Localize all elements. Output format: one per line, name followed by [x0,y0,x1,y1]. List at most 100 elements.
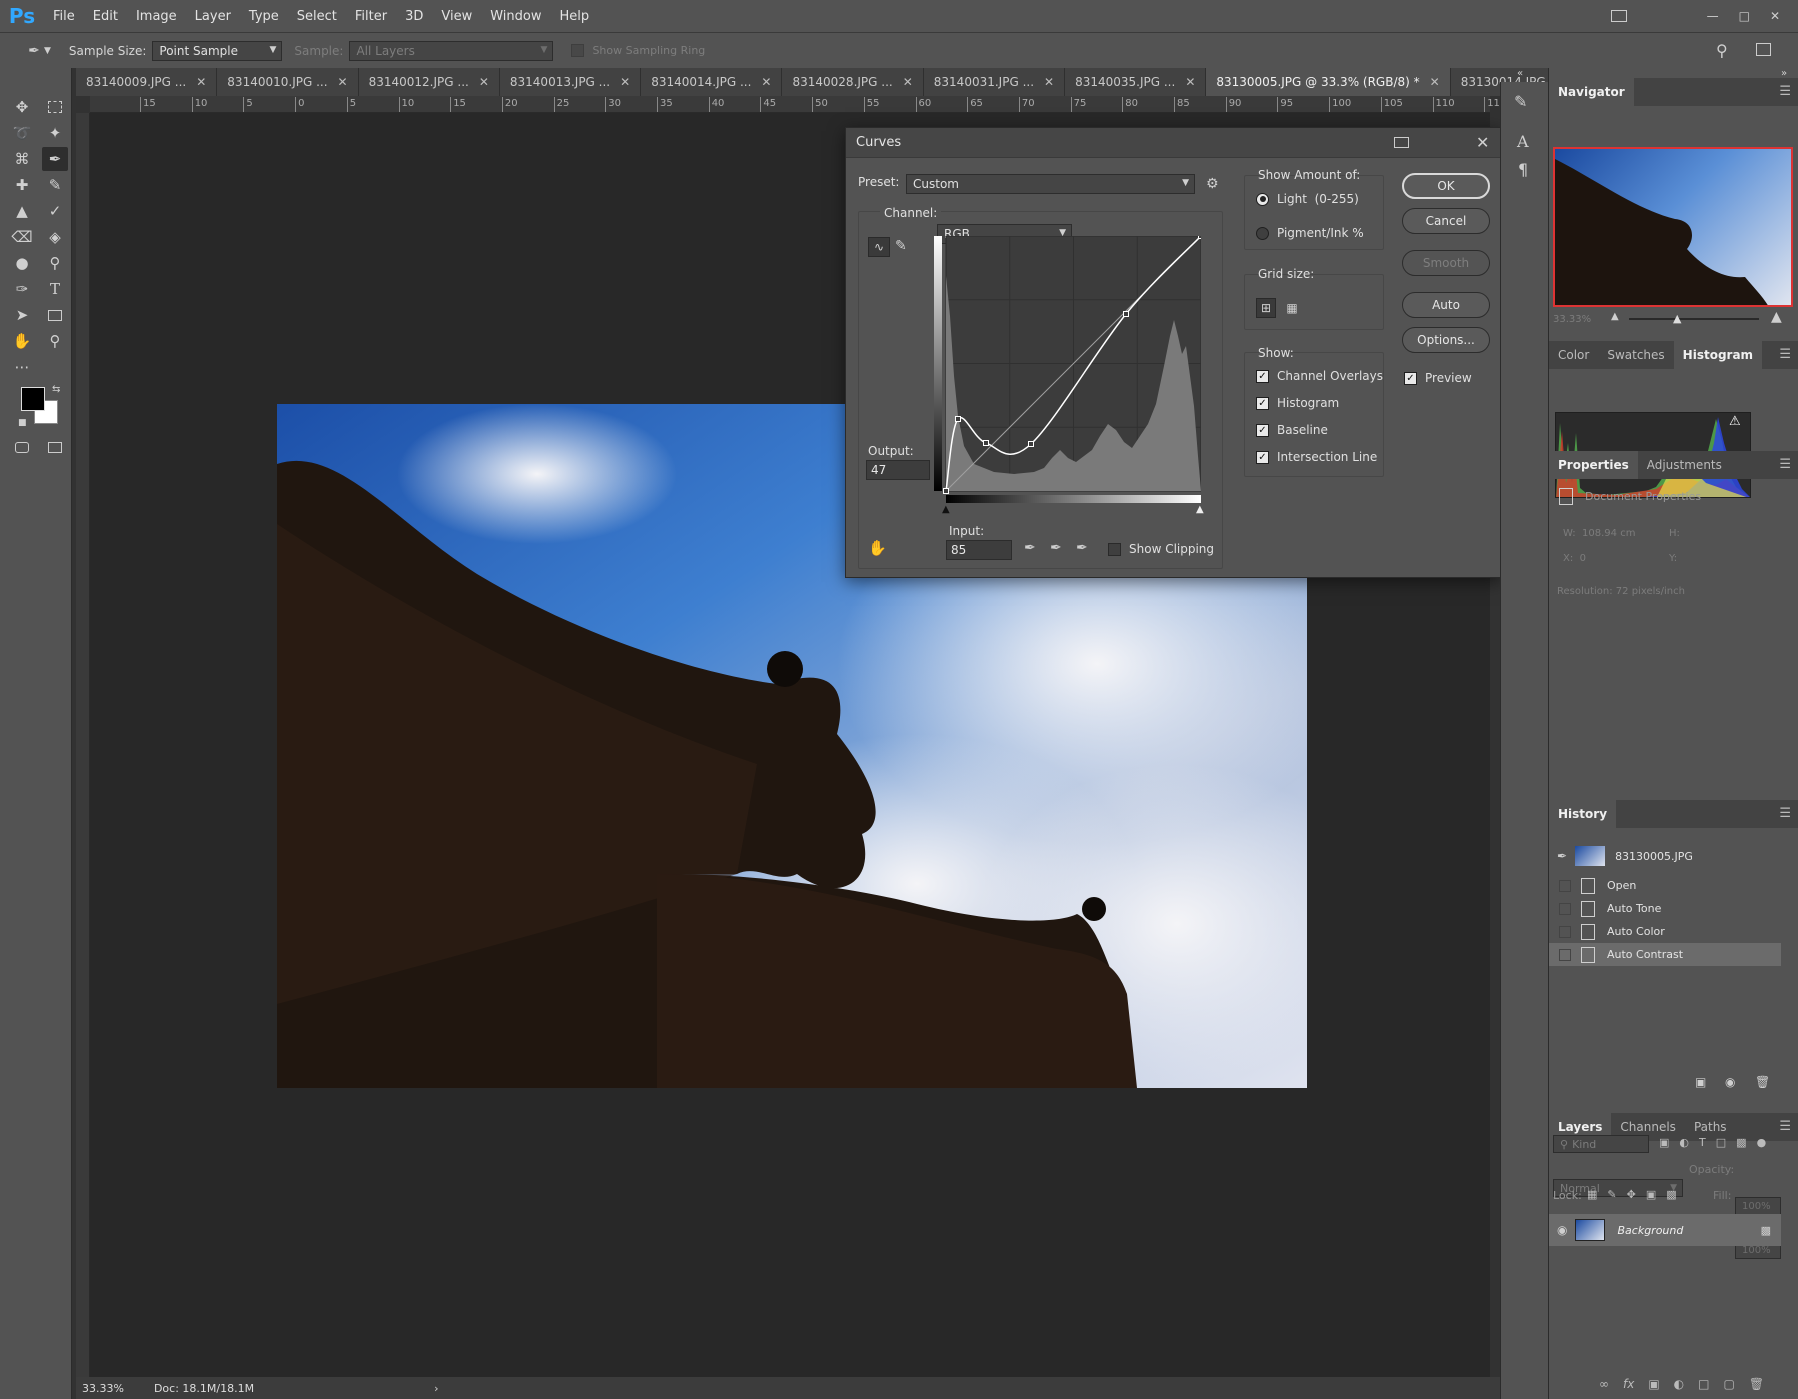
tab-properties[interactable]: Properties [1549,451,1638,479]
menu-type[interactable]: Type [240,9,288,24]
preview-option[interactable]: ✓ Preview [1404,371,1472,385]
history-brush-source-icon[interactable]: ✒ [1557,849,1567,863]
curve-control-point[interactable] [1028,441,1034,447]
panel-menu-icon[interactable]: ☰ [1779,1119,1791,1134]
tab-doc-3[interactable]: 83140012.JPG ... ✕ [358,68,500,96]
filter-pixel-icon[interactable]: ▣ [1659,1136,1669,1149]
brush-settings-icon[interactable]: ✎ [1514,92,1527,111]
menu-select[interactable]: Select [288,9,346,24]
history-item-selected[interactable]: Auto Contrast [1549,943,1781,966]
tab-doc-8[interactable]: 83140035.JPG ... ✕ [1065,68,1207,96]
layer-name[interactable]: Background [1617,1224,1683,1237]
new-snapshot-icon[interactable]: ◉ [1725,1075,1735,1089]
close-tab-icon[interactable]: ✕ [338,75,348,89]
lasso-tool-icon[interactable]: ➰ [9,121,35,145]
black-point-slider-icon[interactable]: ▲ [942,504,950,515]
input-field[interactable]: 85 [946,540,1012,560]
paint-bucket-tool-icon[interactable]: ◈ [42,225,68,249]
lock-position-icon[interactable]: ✥ [1627,1188,1636,1201]
marquee-tool-icon[interactable] [42,95,68,119]
output-field[interactable]: 47 [866,460,930,480]
swap-colors-icon[interactable]: ⇆ [52,384,60,395]
type-tool-icon[interactable]: T [42,277,68,301]
hand-tool-icon[interactable]: ✋ [9,329,35,353]
sampling-ring-checkbox[interactable] [571,44,585,57]
tab-adjustments[interactable]: Adjustments [1638,451,1731,479]
tab-swatches[interactable]: Swatches [1598,341,1673,369]
light-option[interactable]: Light (0-255) [1256,192,1359,206]
navigator-preview[interactable] [1553,147,1793,307]
history-source-box[interactable] [1559,925,1571,938]
channel-overlays-checkbox[interactable]: ✓ [1256,369,1269,383]
histogram-option[interactable]: ✓ Histogram [1256,396,1339,410]
options-button[interactable]: Options... [1402,327,1490,353]
delete-state-icon[interactable]: 🗑 [1755,1075,1770,1089]
baseline-option[interactable]: ✓ Baseline [1256,423,1328,437]
filter-toggle-icon[interactable]: ● [1757,1136,1767,1149]
history-snapshot[interactable]: ✒ 83130005.JPG [1549,842,1781,870]
curves-title-bar[interactable]: Curves ✕ [846,128,1500,158]
lock-artboard-icon[interactable]: ▣ [1646,1188,1656,1201]
tab-doc-4[interactable]: 83140013.JPG ... ✕ [499,68,642,96]
close-tab-icon[interactable]: ✕ [620,75,630,89]
black-eyedropper-icon[interactable]: ✒ [1024,540,1036,556]
pigment-option[interactable]: Pigment/Ink % [1256,226,1364,240]
ok-button[interactable]: OK [1402,173,1490,199]
zoom-out-icon[interactable]: ▲ [1611,311,1619,322]
history-source-box[interactable] [1559,902,1571,915]
histogram-warning-icon[interactable]: ⚠ [1729,414,1741,429]
curve-control-point[interactable] [943,488,949,494]
tab-doc-6[interactable]: 83140028.JPG ... ✕ [782,68,924,96]
close-tab-icon[interactable]: ✕ [1044,75,1054,89]
pencil-tool-icon[interactable]: ✎ [895,238,907,254]
close-tab-icon[interactable]: ✕ [903,75,913,89]
tab-doc-active[interactable]: 83130005.JPG @ 33.3% (RGB/8) * ✕ [1206,68,1451,96]
link-layers-icon[interactable]: ∞ [1599,1377,1609,1391]
tab-doc-5[interactable]: 83140014.JPG ... ✕ [641,68,783,96]
workspace-icon[interactable] [1610,10,1627,22]
close-tab-icon[interactable]: ✕ [761,75,771,89]
on-image-adjust-icon[interactable]: ✋ [868,539,887,557]
lock-all-icon[interactable]: ▩ [1666,1188,1676,1201]
tool-preset-chevron-icon[interactable]: ▼ [44,46,51,56]
layer-visibility-eye-icon[interactable]: ◉ [1557,1223,1567,1237]
navigator-zoom-slider[interactable] [1629,318,1759,320]
panel-collapse-icon[interactable]: « [1517,68,1523,79]
menu-window[interactable]: Window [481,9,550,24]
gray-eyedropper-icon[interactable]: ✒ [1050,540,1062,556]
tab-color[interactable]: Color [1549,341,1598,369]
default-colors-icon[interactable]: ■ [18,418,27,428]
menu-edit[interactable]: Edit [84,9,127,24]
rectangle-tool-icon[interactable] [42,303,68,327]
menu-layer[interactable]: Layer [186,9,240,24]
filter-smart-object-icon[interactable]: ▩ [1736,1136,1746,1149]
move-tool-icon[interactable]: ✥ [9,95,35,119]
zoom-slider-handle-icon[interactable]: ▲ [1673,312,1681,325]
eyedropper-tool-icon[interactable]: ✒ [42,147,68,171]
panel-menu-icon[interactable]: ☰ [1779,457,1791,472]
eraser-tool-icon[interactable]: ⌫ [9,225,35,249]
sample-select[interactable]: All Layers ▼ [349,40,554,61]
close-tab-icon[interactable]: ✕ [479,75,489,89]
layer-filter-select[interactable]: ⚲ Kind [1553,1135,1649,1153]
dialog-window-icon[interactable] [1394,137,1409,148]
close-tab-icon[interactable]: ✕ [1185,75,1195,89]
preview-checkbox[interactable]: ✓ [1404,371,1417,385]
channel-overlays-option[interactable]: ✓ Channel Overlays [1256,369,1383,383]
navigator-zoom-value[interactable]: 33.33% [1553,314,1591,325]
zoom-tool-icon[interactable]: ⚲ [42,329,68,353]
curves-graph[interactable] [934,236,1201,506]
magic-wand-tool-icon[interactable]: ✦ [42,121,68,145]
curve-points-tool-icon[interactable]: ∿ [868,237,890,257]
eyedropper-tool-icon[interactable]: ✒ [24,43,44,59]
brush-tool-icon[interactable]: ✎ [42,173,68,197]
paragraph-panel-icon[interactable]: ¶ [1518,160,1528,179]
minimize-icon[interactable]: — [1707,9,1719,23]
panel-menu-icon[interactable]: ☰ [1779,84,1791,99]
tab-doc-1[interactable]: 83140009.JPG ... ✕ [76,68,218,96]
history-item[interactable]: Auto Color [1549,920,1781,943]
grid-simple-icon[interactable]: ⊞ [1256,298,1276,318]
curve-control-point[interactable] [1123,311,1129,317]
preset-gear-icon[interactable]: ⚙ [1206,176,1219,192]
history-source-box[interactable] [1559,948,1571,961]
